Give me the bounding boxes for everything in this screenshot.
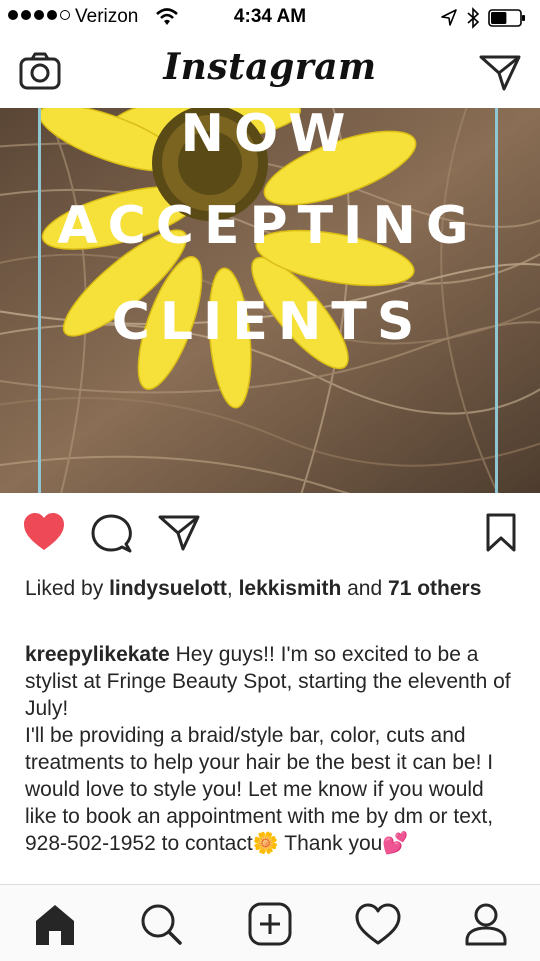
likes-conjunction: and: [341, 577, 389, 600]
tab-bar: [0, 884, 540, 961]
comment-icon[interactable]: [90, 512, 134, 556]
home-icon[interactable]: [30, 899, 80, 949]
image-text-line-1: NOW: [180, 108, 356, 164]
liked-by-user-link[interactable]: lekkismith: [239, 577, 342, 600]
carrier-name: Verizon: [75, 6, 139, 27]
likes-others-link[interactable]: 71 others: [388, 577, 481, 600]
liked-by-user-link[interactable]: lindysuelott: [109, 577, 227, 600]
new-post-icon[interactable]: [245, 899, 295, 949]
signal-strength-icon: [8, 10, 70, 20]
caption-text: I'll be providing a braid/style bar, col…: [25, 724, 494, 855]
location-arrow-icon: [441, 9, 457, 26]
profile-icon[interactable]: [461, 899, 511, 949]
camera-icon[interactable]: [18, 50, 62, 94]
bookmark-icon[interactable]: [485, 512, 517, 554]
caption-username[interactable]: kreepylikekate: [25, 643, 170, 666]
activity-icon[interactable]: [353, 899, 403, 949]
wifi-icon: [156, 8, 178, 25]
post-image[interactable]: NOW ACCEPTING CLIENTS: [0, 108, 540, 493]
post-actions: [0, 500, 540, 564]
share-icon[interactable]: [157, 512, 201, 552]
search-icon[interactable]: [136, 899, 186, 949]
image-text-line-2: ACCEPTING: [57, 196, 479, 256]
battery-icon: [488, 9, 525, 27]
post-caption: kreepylikekate Hey guys!! I'm so excited…: [25, 641, 520, 884]
instagram-logo: Instagram: [163, 46, 377, 88]
direct-message-icon[interactable]: [478, 52, 522, 92]
likes-prefix: Liked by: [25, 577, 110, 600]
app-header: Instagram: [0, 36, 540, 109]
image-text-line-3: CLIENTS: [111, 292, 425, 352]
likes-summary: Liked by lindysuelott, lekkismith and 71…: [25, 575, 515, 603]
status-bar: Verizon 4:34 AM: [0, 0, 540, 36]
heart-icon[interactable]: [22, 512, 66, 552]
likes-separator: ,: [226, 577, 239, 600]
bluetooth-icon: [467, 7, 480, 29]
